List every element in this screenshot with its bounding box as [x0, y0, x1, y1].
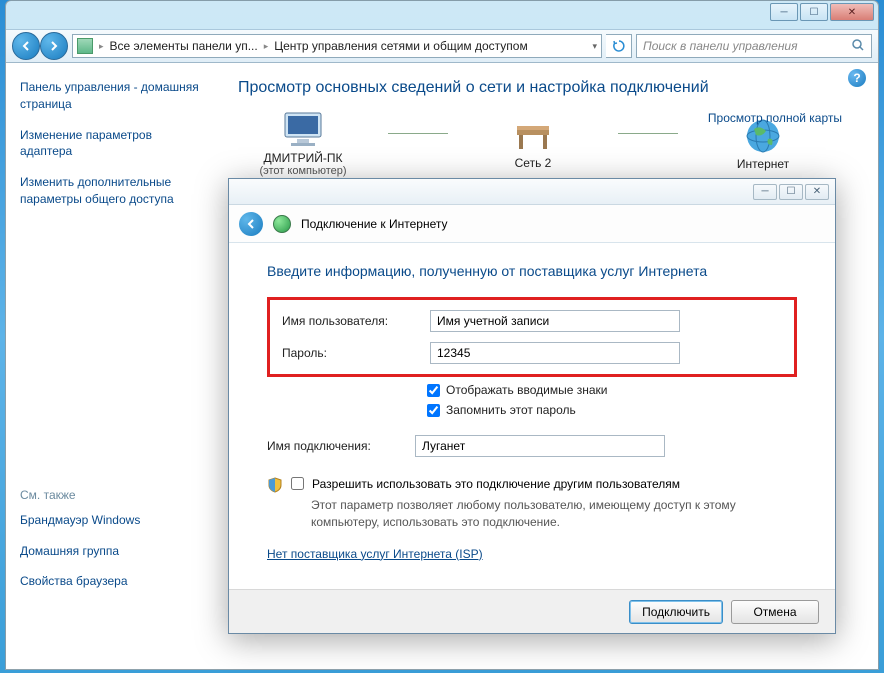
network-node-computer: ДМИТРИЙ-ПК (этот компьютер)	[238, 109, 368, 177]
computer-icon	[279, 109, 327, 151]
globe-icon	[273, 215, 291, 233]
address-bar[interactable]: ▸ Все элементы панели уп... ▸ Центр упра…	[72, 34, 602, 58]
breadcrumb-item[interactable]: Все элементы панели уп...	[110, 39, 258, 53]
allow-others-checkbox[interactable]	[291, 477, 304, 490]
refresh-button[interactable]	[606, 34, 632, 58]
chevron-down-icon[interactable]: ▾	[592, 41, 597, 52]
shield-icon	[267, 477, 283, 493]
sidebar: Панель управления - домашняя страница Из…	[6, 63, 218, 669]
chevron-right-icon: ▸	[99, 41, 104, 52]
window-titlebar: ─ ☐ ✕	[6, 1, 878, 29]
dialog-back-button[interactable]	[239, 212, 263, 236]
see-also-header: См. также	[20, 488, 204, 502]
minimize-button[interactable]: ─	[770, 3, 798, 21]
sidebar-link-sharing[interactable]: Изменить дополнительные параметры общего…	[20, 174, 204, 208]
allow-others-label: Разрешить использовать это подключение д…	[312, 477, 680, 491]
remember-password-checkbox[interactable]	[427, 404, 440, 417]
username-label: Имя пользователя:	[282, 314, 430, 328]
remember-password-label: Запомнить этот пароль	[446, 403, 576, 417]
sidebar-link-firewall[interactable]: Брандмауэр Windows	[20, 512, 204, 529]
connection-name-input[interactable]	[415, 435, 665, 457]
sidebar-link-home[interactable]: Панель управления - домашняя страница	[20, 79, 204, 113]
network-node-lan: Сеть 2	[468, 116, 598, 170]
dialog-footer: Подключить Отмена	[229, 589, 835, 633]
dialog-maximize-button[interactable]: ☐	[779, 184, 803, 200]
close-button[interactable]: ✕	[830, 3, 874, 21]
node-label: ДМИТРИЙ-ПК	[238, 151, 368, 165]
sidebar-link-adapter[interactable]: Изменение параметров адаптера	[20, 127, 204, 161]
connect-button[interactable]: Подключить	[629, 600, 723, 624]
search-input[interactable]: Поиск в панели управления	[636, 34, 872, 58]
full-map-link[interactable]: Просмотр полной карты	[708, 111, 842, 125]
dialog-body: Введите информацию, полученную от постав…	[229, 243, 835, 561]
search-placeholder: Поиск в панели управления	[643, 39, 798, 53]
dialog-heading: Введите информацию, полученную от постав…	[267, 263, 797, 279]
password-input[interactable]	[430, 342, 680, 364]
dialog-titlebar: ─ ☐ ✕	[229, 179, 835, 205]
password-label: Пароль:	[282, 346, 430, 360]
chevron-right-icon: ▸	[264, 41, 269, 52]
allow-others-description: Этот параметр позволяет любому пользоват…	[311, 497, 797, 531]
internet-connection-dialog: ─ ☐ ✕ Подключение к Интернету Введите ин…	[228, 178, 836, 634]
no-isp-link[interactable]: Нет поставщика услуг Интернета (ISP)	[267, 547, 483, 561]
location-icon	[77, 38, 93, 54]
breadcrumb-item[interactable]: Центр управления сетями и общим доступом	[274, 39, 528, 53]
node-sublabel: (этот компьютер)	[238, 165, 368, 177]
navigation-bar: ▸ Все элементы панели уп... ▸ Центр упра…	[6, 29, 878, 63]
show-chars-checkbox[interactable]	[427, 384, 440, 397]
connection-name-label: Имя подключения:	[267, 439, 415, 453]
connection-line	[388, 133, 448, 134]
maximize-button[interactable]: ☐	[800, 3, 828, 21]
node-label: Сеть 2	[468, 156, 598, 170]
sidebar-link-homegroup[interactable]: Домашняя группа	[20, 543, 204, 560]
connection-line	[618, 133, 678, 134]
network-icon	[511, 116, 555, 156]
sidebar-link-browser[interactable]: Свойства браузера	[20, 573, 204, 590]
page-title: Просмотр основных сведений о сети и наст…	[238, 79, 858, 97]
username-input[interactable]	[430, 310, 680, 332]
forward-button[interactable]	[40, 32, 68, 60]
back-button[interactable]	[12, 32, 40, 60]
cancel-button[interactable]: Отмена	[731, 600, 819, 624]
search-icon	[851, 38, 865, 55]
highlight-box: Имя пользователя: Пароль:	[267, 297, 797, 377]
show-chars-label: Отображать вводимые знаки	[446, 383, 607, 397]
dialog-header: Подключение к Интернету	[229, 205, 835, 243]
help-icon[interactable]: ?	[848, 69, 866, 87]
dialog-minimize-button[interactable]: ─	[753, 184, 777, 200]
dialog-close-button[interactable]: ✕	[805, 184, 829, 200]
dialog-title: Подключение к Интернету	[301, 217, 448, 231]
node-label: Интернет	[698, 157, 828, 171]
